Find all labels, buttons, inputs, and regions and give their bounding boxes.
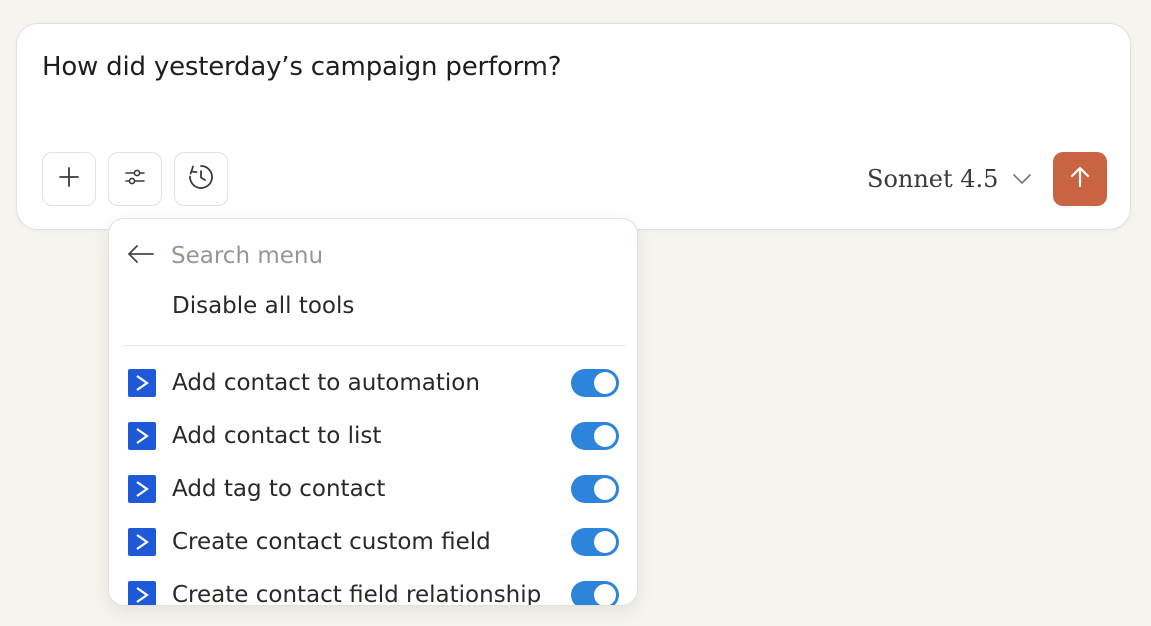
arrow-left-icon[interactable] [127,244,155,268]
tool-label: Add contact to list [172,422,382,449]
tool-label: Create contact field relationship [172,581,542,606]
activecampaign-logo-icon [128,527,156,556]
search-menu-input[interactable] [171,243,491,269]
tool-item-add-contact-to-automation[interactable]: Add contact to automation [109,356,637,409]
tool-toggle[interactable] [571,474,619,503]
model-selector[interactable]: Sonnet 4.5 [867,160,1032,198]
chevron-down-icon [1012,170,1032,189]
add-button[interactable] [42,152,96,206]
plus-icon [58,166,80,192]
send-button[interactable] [1053,152,1107,206]
tool-item-add-tag-to-contact[interactable]: Add tag to contact [109,462,637,515]
clock-history-icon [187,163,215,195]
tool-item-create-contact-custom-field[interactable]: Create contact custom field [109,515,637,568]
tool-label: Create contact custom field [172,528,491,555]
tools-button[interactable] [108,152,162,206]
tool-label: Add tag to contact [172,475,386,502]
activecampaign-logo-icon [128,421,156,450]
prompt-text[interactable]: How did yesterday’s campaign perform? [42,52,562,82]
history-button[interactable] [174,152,228,206]
menu-search [127,239,491,273]
sliders-icon [123,165,147,193]
activecampaign-logo-icon [128,368,156,397]
disable-all-tools-button[interactable]: Disable all tools [172,293,354,319]
divider [123,345,625,346]
tools-menu: Disable all tools Add contact to automat… [108,218,638,606]
arrow-up-icon [1069,165,1091,193]
tool-toggle[interactable] [571,527,619,556]
activecampaign-logo-icon [128,474,156,503]
tool-item-add-contact-to-list[interactable]: Add contact to list [109,409,637,462]
tool-toggle[interactable] [571,421,619,450]
tool-label: Add contact to automation [172,369,480,396]
activecampaign-logo-icon [128,580,156,605]
tool-toggle[interactable] [571,368,619,397]
tool-item-create-contact-field-relationship[interactable]: Create contact field relationship [109,568,637,606]
model-label: Sonnet 4.5 [867,165,999,193]
chat-composer: How did yesterday’s campaign perform? So… [16,23,1131,230]
tool-toggle[interactable] [571,580,619,605]
